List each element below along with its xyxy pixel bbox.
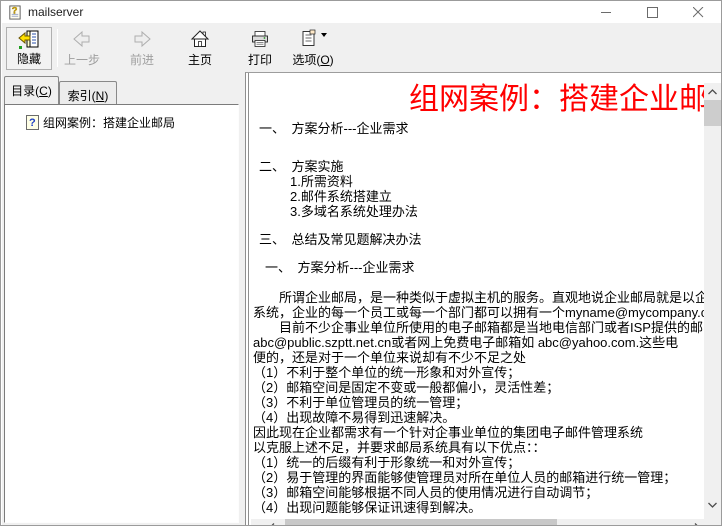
help-topic-icon: ?	[26, 115, 39, 130]
tab-index[interactable]: 索引(N)	[59, 81, 117, 104]
print-button[interactable]: 打印	[240, 27, 280, 70]
hide-button-label: 隐藏	[17, 50, 41, 67]
help-file-icon: ?	[7, 5, 22, 20]
window-controls	[583, 1, 721, 23]
scroll-right-button[interactable]	[688, 519, 705, 526]
arrow-left-icon	[72, 29, 92, 49]
home-icon	[190, 29, 210, 49]
vertical-scrollbar[interactable]	[704, 83, 721, 525]
window-title: mailserver	[28, 5, 83, 19]
options-button[interactable]: 选项(O)	[284, 27, 342, 70]
tree-item-topic[interactable]: ? 组网案例：搭建企业邮局	[26, 114, 238, 131]
page-title: 组网案例：搭建企业邮局	[409, 85, 704, 115]
doc-line: abc@public.szptt.net.cn或者网上免费电子邮箱如 abc@y…	[251, 335, 704, 350]
doc-line: （4）出现问题能够保证讯速得到解决。	[251, 500, 704, 515]
options-button-label: 选项(O)	[292, 51, 333, 68]
document-lines: 一、 方案分析---企业需求二、 方案实施1.所需资料2.邮件系统搭建立3.多域…	[251, 121, 704, 515]
tab-contents[interactable]: 目录(C)	[4, 76, 59, 104]
back-button-label: 上一步	[64, 51, 100, 68]
navigation-pane: 目录(C) 索引(N) ? 组网案例：搭建企业邮局	[2, 73, 245, 525]
doc-line: 便的，还是对于一个单位来说却有不少不足之处	[251, 350, 704, 365]
svg-text:?: ?	[12, 5, 18, 15]
chevron-down-icon	[321, 33, 327, 37]
forward-button-label: 前进	[130, 51, 154, 68]
doc-line: 1.所需资料	[251, 174, 704, 189]
maximize-button[interactable]	[629, 1, 675, 23]
doc-line: 2.邮件系统搭建立	[251, 189, 704, 204]
minimize-button[interactable]	[583, 1, 629, 23]
print-button-label: 打印	[248, 51, 272, 68]
document-body: 组网案例：搭建企业邮局 一、 方案分析---企业需求二、 方案实施1.所需资料2…	[251, 73, 704, 525]
help-viewer-window: ? mailserver	[0, 0, 722, 526]
scroll-down-button[interactable]	[704, 496, 721, 513]
title-bar: ? mailserver	[1, 1, 721, 23]
minimize-icon	[601, 7, 612, 18]
arrow-right-icon	[132, 29, 152, 49]
doc-line: 目前不少企事业单位所使用的电子邮箱都是当地电信部门或者ISP提供的邮	[251, 320, 704, 335]
back-button[interactable]: 上一步	[60, 27, 104, 70]
doc-line: 3.多域名系统处理办法	[251, 204, 704, 219]
doc-line: 一、 方案分析---企业需求	[251, 121, 704, 136]
close-icon	[693, 7, 704, 18]
doc-line: （4）出现故障不易得到迅速解决。	[251, 410, 704, 425]
forward-button[interactable]: 前进	[122, 27, 162, 70]
home-button[interactable]: 主页	[180, 27, 220, 70]
vertical-scrollbar-thumb[interactable]	[704, 100, 721, 126]
hide-panel-icon	[18, 30, 40, 50]
doc-line: 系统，企业的每一个员工或每一个部门都可以拥有一个myname@mycompany…	[251, 305, 704, 320]
toolbar: 隐藏 上一步 前进 主页	[2, 23, 722, 73]
doc-line: （1）不利于整个单位的统一形象和对外宣传；	[251, 365, 704, 380]
contents-tree: ? 组网案例：搭建企业邮局	[4, 104, 239, 523]
doc-line: 二、 方案实施	[251, 159, 704, 174]
tree-item-label: 组网案例：搭建企业邮局	[43, 114, 175, 131]
horizontal-scrollbar[interactable]	[251, 519, 705, 526]
doc-line: （3）邮箱空间能够根据不同人员的使用情况进行自动调节；	[251, 485, 704, 500]
tab-index-label: 索引(N)	[68, 87, 109, 104]
scroll-up-button[interactable]	[704, 83, 721, 100]
horizontal-scrollbar-thumb[interactable]	[285, 519, 557, 526]
maximize-icon	[647, 7, 658, 18]
tab-contents-label: 目录(C)	[11, 82, 52, 99]
doc-line: （2）易于管理的界面能够使管理员对所在单位人员的邮箱进行统一管理；	[251, 470, 704, 485]
topic-pane: 组网案例：搭建企业邮局 一、 方案分析---企业需求二、 方案实施1.所需资料2…	[245, 72, 721, 525]
doc-line: （1）统一的后缀有利于形象统一和对外宣传；	[251, 455, 704, 470]
svg-text:?: ?	[29, 117, 36, 129]
doc-line: 因此现在企业都需求有一个针对企事业单位的集团电子邮件管理系统	[251, 425, 704, 440]
printer-icon	[250, 29, 270, 49]
close-button[interactable]	[675, 1, 721, 23]
doc-line: （3）不利于单位管理员的统一管理；	[251, 395, 704, 410]
scroll-left-button[interactable]	[263, 519, 280, 526]
options-icon	[299, 29, 319, 49]
doc-line: （2）邮箱空间是固定不变或一般都偏小，灵活性差；	[251, 380, 704, 395]
toolbar-separator	[57, 29, 58, 67]
doc-line: 以克服上述不足，并要求邮局系统具有以下优点：：	[251, 440, 704, 455]
chevron-up-icon	[708, 89, 717, 95]
hide-button[interactable]: 隐藏	[6, 27, 52, 70]
home-button-label: 主页	[188, 51, 212, 68]
doc-line: 三、 总结及常见题解决办法	[251, 232, 704, 247]
doc-line: 所谓企业邮局，是一种类似于虚拟主机的服务。直观地说企业邮局就是以企	[251, 290, 704, 305]
chevron-down-icon	[708, 502, 717, 508]
doc-line: 一、 方案分析---企业需求	[251, 260, 704, 275]
